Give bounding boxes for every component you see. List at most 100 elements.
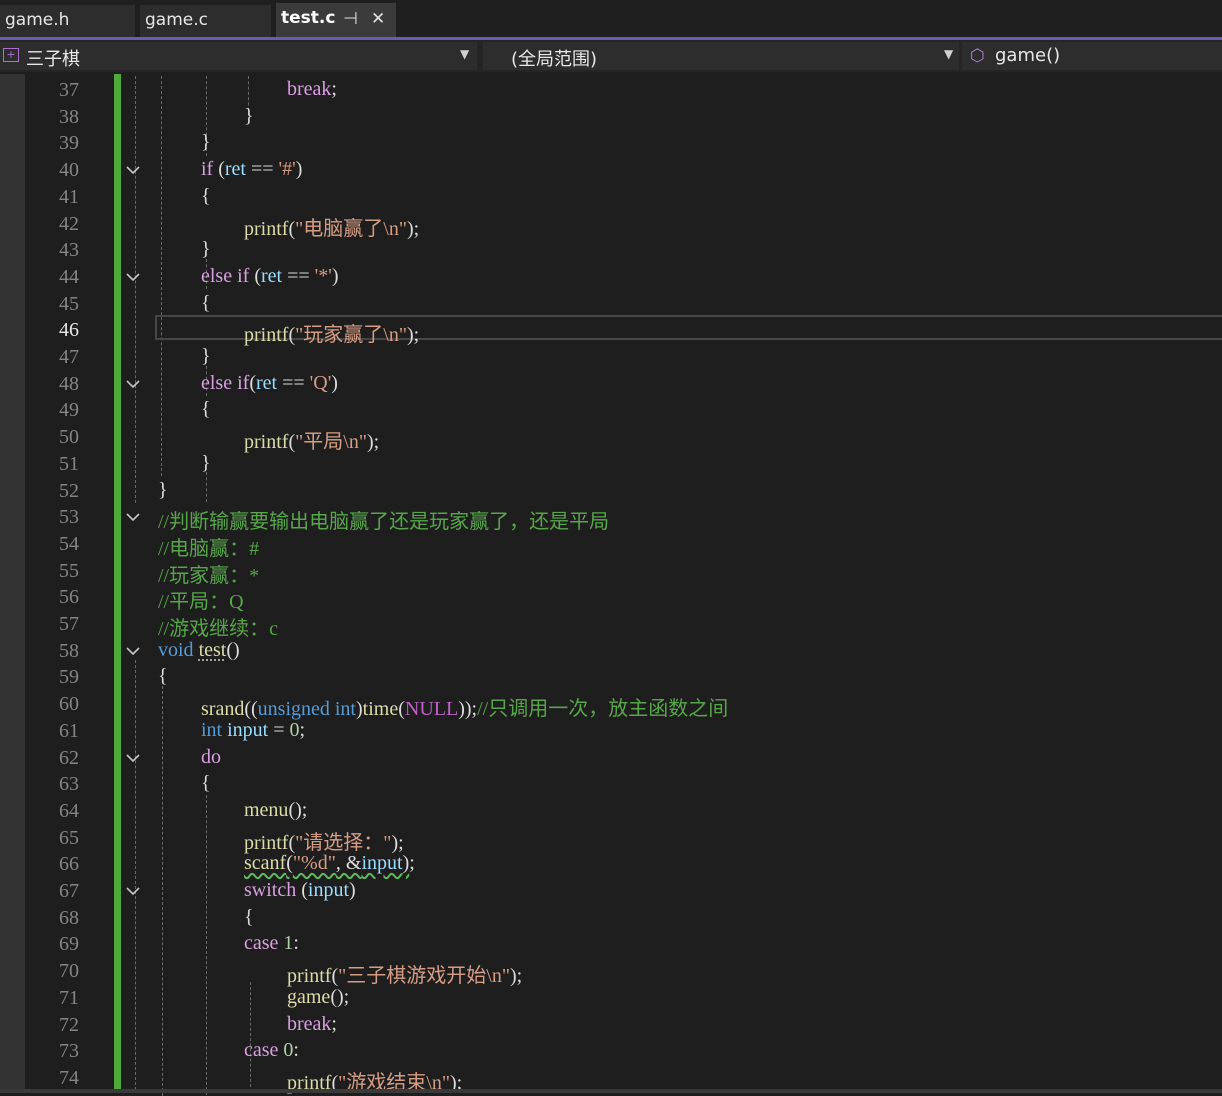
code-text: } <box>201 238 211 261</box>
code-line[interactable]: 37 break; <box>0 76 1222 103</box>
code-text: { <box>201 184 211 207</box>
member-name: game() <box>995 45 1061 66</box>
code-text: { <box>201 772 211 795</box>
line-number: 42 <box>59 212 79 235</box>
fold-chevron-icon[interactable] <box>125 643 141 659</box>
code-line[interactable]: 60 srand((unsigned int)time(NULL));//只调用一… <box>0 690 1222 720</box>
line-number: 37 <box>59 79 79 101</box>
code-line[interactable]: 43} <box>0 236 1222 263</box>
code-line[interactable]: 39} <box>0 129 1222 156</box>
project-name: 三子棋 <box>26 49 80 70</box>
member-dropdown[interactable]: ⬡ game() <box>962 42 1222 70</box>
code-line[interactable]: 47} <box>0 343 1222 370</box>
code-text: { <box>244 905 254 928</box>
code-text: switch (input) <box>244 879 356 901</box>
code-line[interactable]: 68 { <box>0 904 1222 931</box>
line-number: 67 <box>59 880 79 902</box>
line-number: 45 <box>59 292 79 315</box>
line-number: 58 <box>59 639 79 662</box>
code-line[interactable]: 45 { <box>0 290 1222 317</box>
horizontal-scrollbar[interactable] <box>0 1089 1222 1093</box>
code-line[interactable]: 48 else if(ret == 'Q') <box>0 370 1222 397</box>
fold-chevron-icon[interactable] <box>125 162 141 178</box>
code-line[interactable]: 57//游戏继续：c <box>0 610 1222 640</box>
line-number: 40 <box>59 159 79 182</box>
tab-label: test.c <box>281 8 336 28</box>
code-text: } <box>201 345 211 367</box>
tab-game-h[interactable]: game.h <box>0 5 135 37</box>
code-text: do <box>201 745 221 768</box>
tab-label: game.h <box>5 10 70 30</box>
code-line[interactable]: 66 scanf("%d", &input); <box>0 850 1222 877</box>
code-line[interactable]: 70 printf("三子棋游戏开始\n"); <box>0 957 1222 987</box>
line-number: 52 <box>59 479 79 502</box>
code-line[interactable]: 72 break; <box>0 1011 1222 1038</box>
code-text: } <box>158 478 168 501</box>
line-number: 47 <box>59 346 79 368</box>
scope-dropdown[interactable]: (全局范围) ▼ <box>483 42 959 70</box>
fold-chevron-icon[interactable] <box>125 883 141 899</box>
code-line[interactable]: 64 menu(); <box>0 797 1222 824</box>
code-text: else if (ret == '*') <box>201 264 339 287</box>
code-line[interactable]: 65 printf("请选择："); <box>0 824 1222 854</box>
project-dropdown[interactable]: + 三子棋 ▼ <box>0 42 477 70</box>
code-text: else if(ret == 'Q') <box>201 371 338 394</box>
code-line[interactable]: 73 case 0: <box>0 1037 1222 1064</box>
code-line[interactable]: 52} <box>0 477 1222 504</box>
code-editor[interactable]: 37 break; 38} 39} 40 if (ret == '#') 41{42 prin… <box>0 74 1222 1096</box>
code-line[interactable]: 56//平局：Q <box>0 583 1222 613</box>
line-number: 64 <box>59 799 79 822</box>
line-number: 61 <box>59 719 79 742</box>
code-line[interactable]: 62 do <box>0 744 1222 771</box>
code-line[interactable]: 38} <box>0 103 1222 130</box>
code-line[interactable]: 44 else if (ret == '*') <box>0 263 1222 290</box>
code-line[interactable]: 67 switch (input) <box>0 877 1222 904</box>
code-line[interactable]: 63 { <box>0 770 1222 797</box>
line-number: 66 <box>59 853 79 876</box>
code-line[interactable]: 50 printf("平局\n"); <box>0 423 1222 453</box>
code-line[interactable]: 46 printf("玩家赢了\n"); <box>0 316 1222 346</box>
code-line[interactable]: 58 void test() <box>0 637 1222 664</box>
tab-game-c[interactable]: game.c <box>140 5 271 37</box>
code-text: break; <box>287 1012 337 1035</box>
fold-chevron-icon[interactable] <box>125 269 141 285</box>
code-line[interactable]: 40 if (ret == '#') <box>0 156 1222 183</box>
code-line[interactable]: 42 printf("电脑赢了\n"); <box>0 210 1222 240</box>
code-line[interactable]: 71 game(); <box>0 984 1222 1011</box>
line-number: 71 <box>59 986 79 1009</box>
close-icon[interactable]: ✕ <box>371 9 385 29</box>
code-line[interactable]: 59 { <box>0 663 1222 690</box>
pin-icon[interactable]: ⊣ <box>343 9 358 29</box>
code-line[interactable]: 51} <box>0 450 1222 477</box>
line-number: 62 <box>59 746 79 769</box>
tab-test-c[interactable]: test.c ⊣ ✕ <box>276 3 396 38</box>
line-number: 55 <box>59 559 79 582</box>
fold-chevron-icon[interactable] <box>125 376 141 392</box>
code-text: { <box>201 398 211 421</box>
code-line[interactable]: 49 { <box>0 396 1222 423</box>
cube-icon: ⬡ <box>970 46 985 66</box>
code-line[interactable]: 55//玩家赢：* <box>0 557 1222 587</box>
code-line[interactable]: 61 int input = 0; <box>0 717 1222 744</box>
line-number: 68 <box>59 906 79 929</box>
line-number: 65 <box>59 826 79 849</box>
code-line[interactable]: 41 { <box>0 183 1222 210</box>
code-line[interactable]: 54//电脑赢：# <box>0 530 1222 560</box>
code-text: game(); <box>287 985 350 1008</box>
code-line[interactable]: 69 case 1: <box>0 930 1222 957</box>
line-number: 57 <box>59 613 79 635</box>
line-number: 59 <box>59 666 79 689</box>
line-number: 53 <box>59 506 79 529</box>
line-number: 49 <box>59 399 79 422</box>
fold-chevron-icon[interactable] <box>125 509 141 525</box>
code-line[interactable]: 74 printf("游戏结束\n"); <box>0 1064 1222 1094</box>
code-text: case 0: <box>244 1039 299 1062</box>
code-line[interactable]: 53//判断输赢要输出电脑赢了还是玩家赢了，还是平局 <box>0 503 1222 533</box>
chevron-down-icon: ▼ <box>460 47 470 61</box>
scope-name: (全局范围) <box>511 49 598 70</box>
line-number: 63 <box>59 773 79 796</box>
document-tab-bar: game.h game.c test.c ⊣ ✕ <box>0 0 1222 38</box>
fold-chevron-icon[interactable] <box>125 750 141 766</box>
line-number: 44 <box>59 265 79 288</box>
line-number: 48 <box>59 372 79 395</box>
